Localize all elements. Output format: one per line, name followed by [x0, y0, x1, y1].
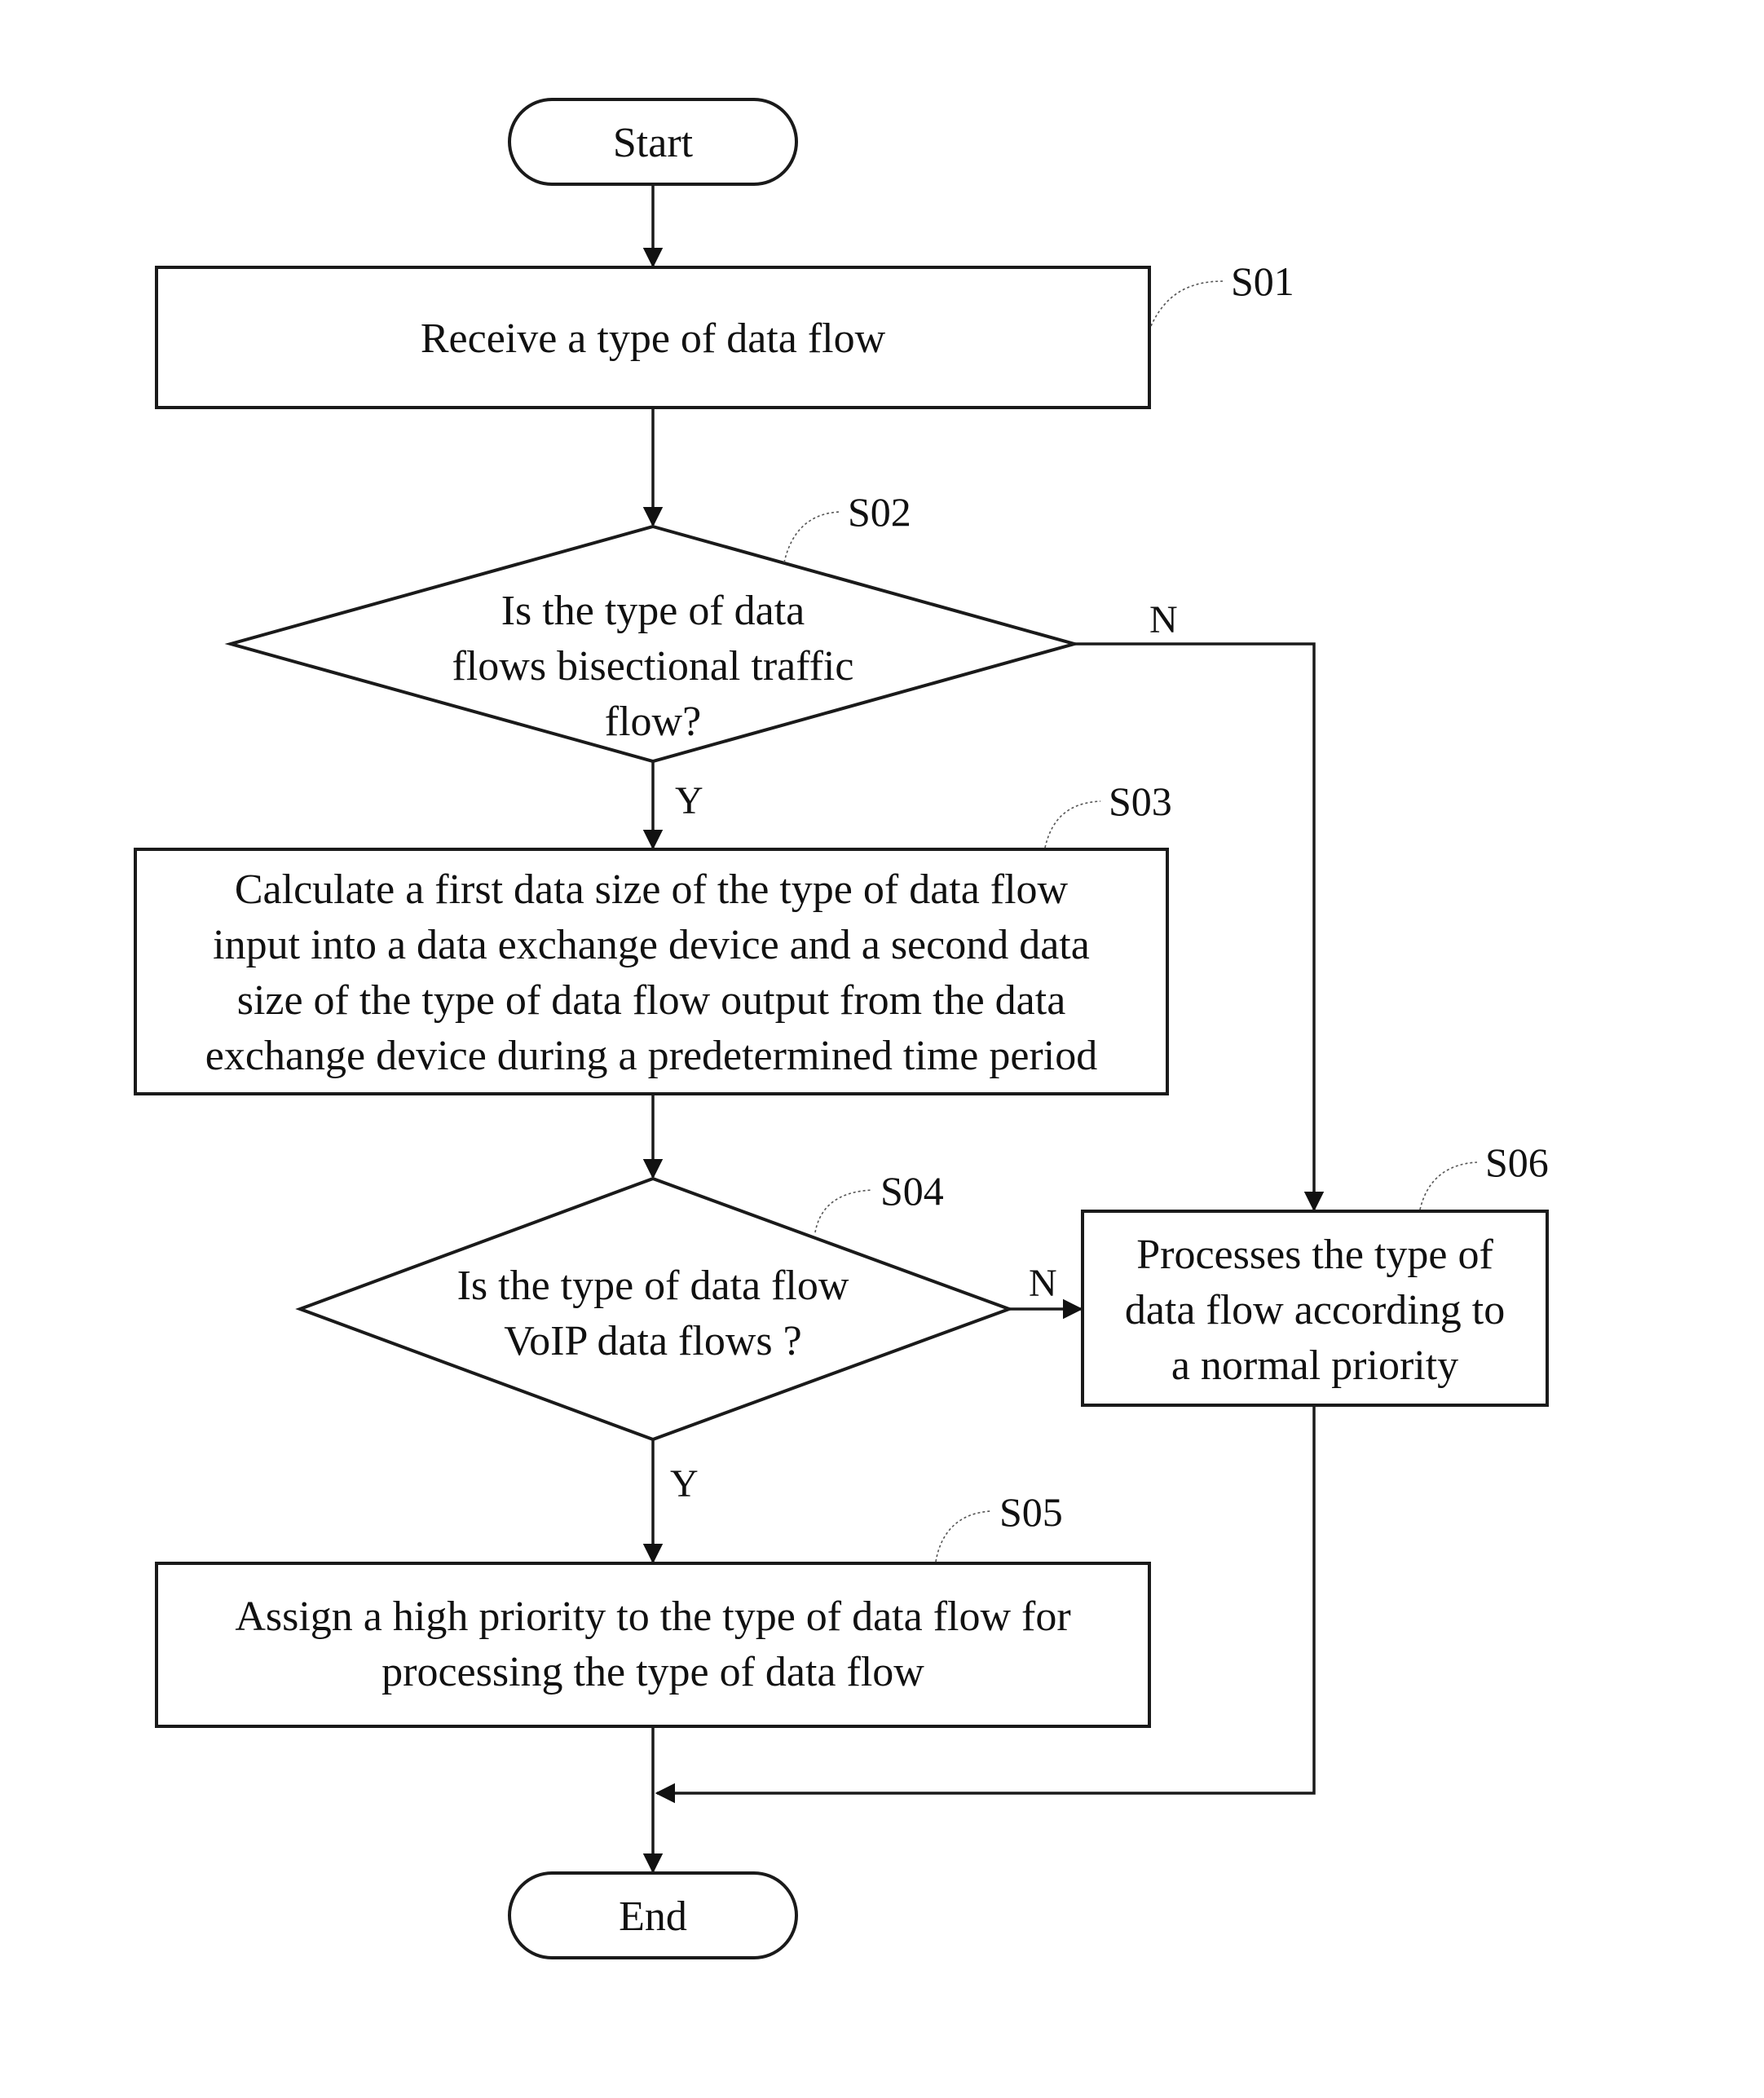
s03-step-label: S03	[1109, 778, 1172, 824]
s06-text-line-1: Processes the type of	[1136, 1232, 1493, 1278]
s05-leader-line	[935, 1510, 992, 1562]
s06-step-label: S06	[1485, 1139, 1549, 1185]
s02-leader-line	[783, 511, 840, 563]
s02-text-line-2: flows bisectional traffic	[452, 643, 854, 690]
s03-text-line-3: size of the type of data flow output fro…	[237, 977, 1066, 1024]
s04-text-line-2: VoIP data flows ?	[504, 1318, 801, 1364]
s05-step-label: S05	[999, 1489, 1063, 1535]
s02-text-line-1: Is the type of data	[501, 588, 805, 634]
s04-leader-line	[814, 1189, 873, 1233]
flowchart: Start Receive a type of data flow S01 Is…	[134, 98, 1549, 1959]
start-node: Start	[508, 98, 798, 186]
start-label: Start	[613, 120, 694, 166]
s04-no-label: N	[1029, 1262, 1057, 1305]
s04-text-line-1: Is the type of data flow	[457, 1263, 849, 1309]
s03-text-line-2: input into a data exchange device and a …	[213, 922, 1090, 968]
s03-leader-line	[1044, 800, 1101, 848]
s02-no-label: N	[1149, 598, 1178, 641]
s04-yes-label: Y	[670, 1462, 699, 1505]
step-s06: Processes the type of data flow accordin…	[1081, 1139, 1549, 1407]
s05-text-line-2: processing the type of data flow	[381, 1649, 924, 1695]
end-label: End	[619, 1893, 687, 1940]
decision-s04: Is the type of data flow VoIP data flows…	[295, 1168, 1014, 1442]
end-node: End	[508, 1871, 798, 1959]
s03-text-line-1: Calculate a first data size of the type …	[235, 866, 1069, 913]
s01-leader-line	[1150, 280, 1224, 327]
s01-step-label: S01	[1231, 258, 1294, 304]
s06-text-line-3: a normal priority	[1171, 1342, 1458, 1389]
step-s01: Receive a type of data flow S01	[155, 258, 1294, 409]
s02-step-label: S02	[848, 489, 911, 535]
s06-leader-line	[1419, 1161, 1478, 1210]
s06-text-line-2: data flow according to	[1125, 1287, 1505, 1333]
s04-step-label: S04	[880, 1168, 944, 1214]
decision-s02: Is the type of data flows bisectional tr…	[224, 489, 1081, 764]
s05-text-line-1: Assign a high priority to the type of da…	[235, 1593, 1070, 1640]
s02-text-line-3: flow?	[605, 699, 701, 745]
s03-text-line-4: exchange device during a predetermined t…	[205, 1033, 1097, 1079]
s01-text-line: Receive a type of data flow	[421, 315, 886, 362]
s02-yes-label: Y	[675, 779, 703, 822]
